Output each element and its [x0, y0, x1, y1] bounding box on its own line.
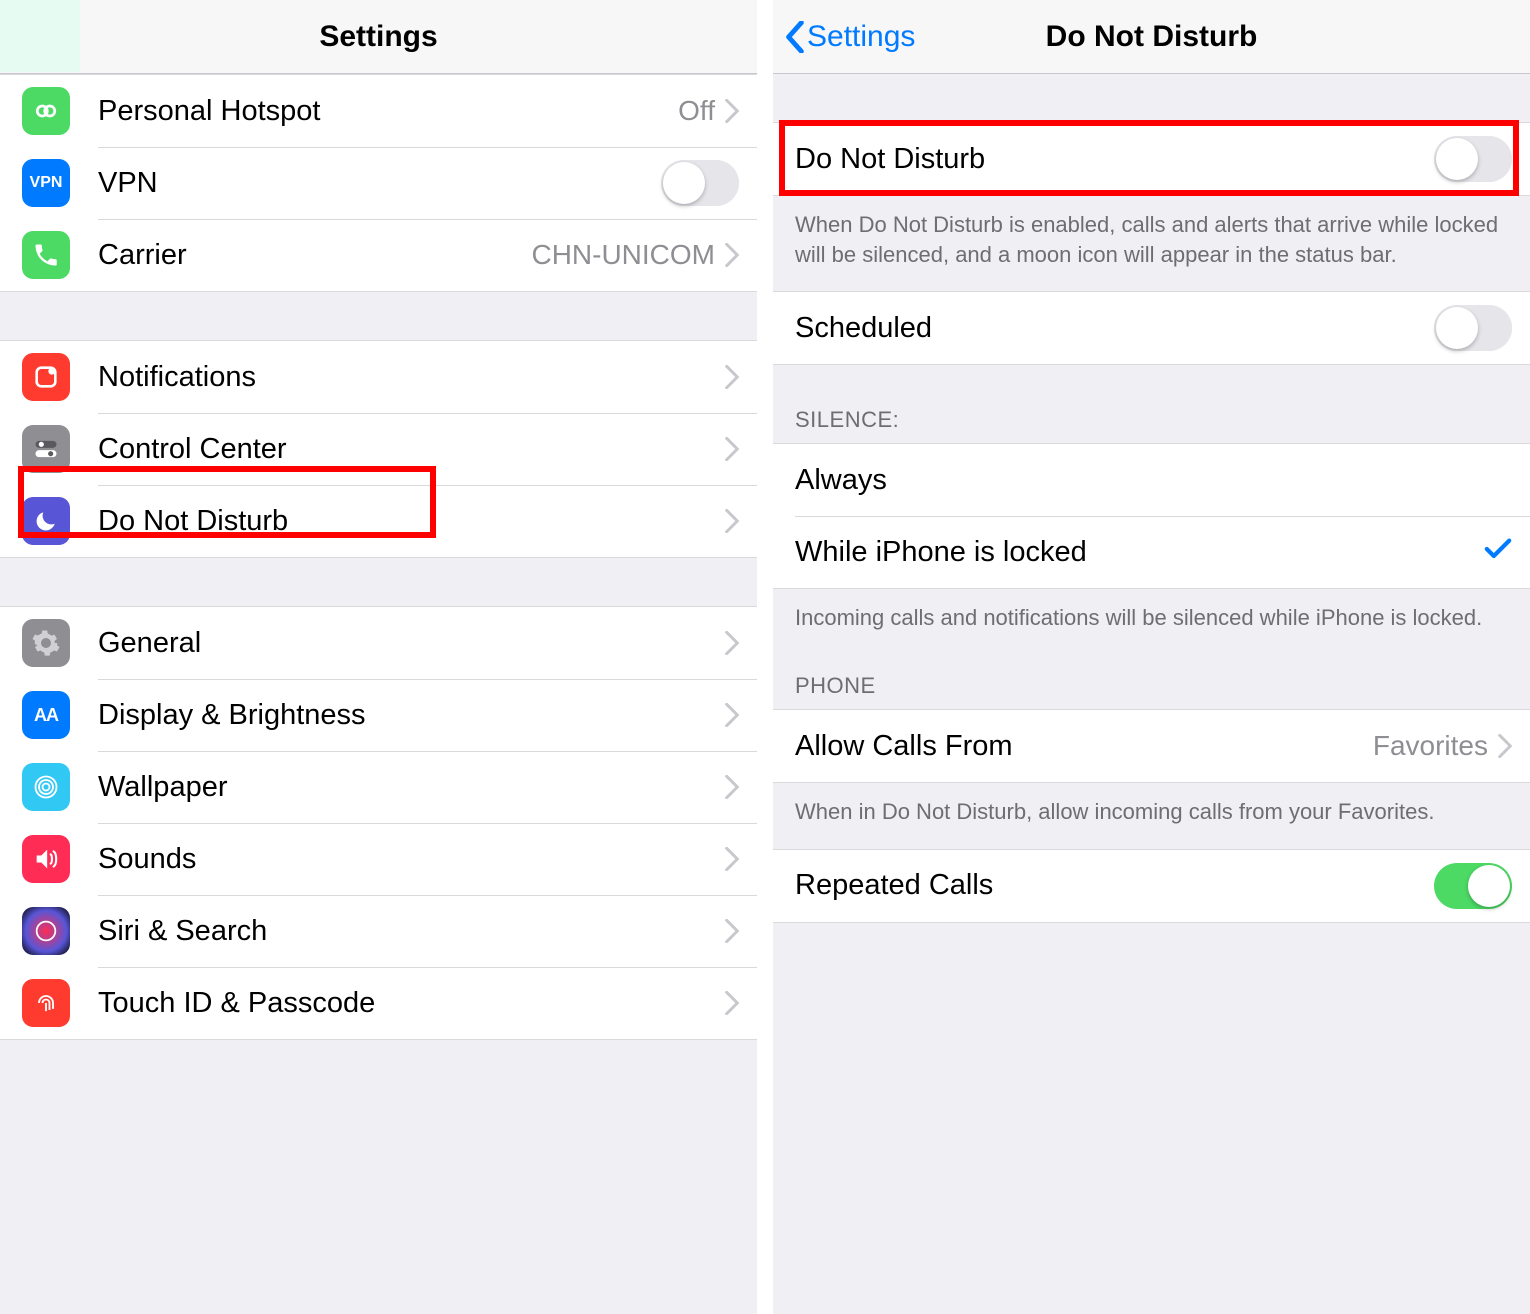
chevron-right-icon: [1498, 734, 1512, 758]
header-bar-left: Settings: [0, 0, 757, 74]
dnd-pane: Settings Do Not Disturb Do Not Disturb W…: [765, 0, 1530, 1314]
row-vpn[interactable]: VPN VPN: [0, 147, 757, 219]
vpn-toggle[interactable]: [661, 160, 739, 206]
row-value: Off: [678, 95, 715, 127]
settings-pane: Settings Personal Hotspot Off VPN VPN Ca…: [0, 0, 765, 1314]
back-label: Settings: [807, 20, 915, 54]
header-title: Do Not Disturb: [1046, 20, 1258, 54]
group-repeated: Repeated Calls: [773, 849, 1530, 923]
silence-header: SILENCE:: [773, 365, 1530, 443]
control-center-icon: [22, 425, 70, 473]
chevron-right-icon: [725, 631, 739, 655]
row-label: Scheduled: [795, 312, 1434, 345]
row-label: Always: [795, 464, 1512, 497]
row-silence-always[interactable]: Always: [773, 444, 1530, 516]
dnd-footer-text: When Do Not Disturb is enabled, calls an…: [773, 196, 1530, 291]
notifications-icon: [22, 353, 70, 401]
row-notifications[interactable]: Notifications: [0, 341, 757, 413]
row-label: Repeated Calls: [795, 869, 1434, 902]
silence-footer-text: Incoming calls and notifications will be…: [773, 589, 1530, 655]
row-label: Siri & Search: [98, 915, 725, 948]
row-label: General: [98, 627, 725, 660]
row-label: Notifications: [98, 361, 725, 394]
chevron-right-icon: [725, 99, 739, 123]
row-label: Wallpaper: [98, 771, 725, 804]
row-display[interactable]: AA Display & Brightness: [0, 679, 757, 751]
repeated-toggle[interactable]: [1434, 863, 1512, 909]
row-label: Control Center: [98, 433, 725, 466]
chevron-right-icon: [725, 703, 739, 727]
display-icon: AA: [22, 691, 70, 739]
row-label: Do Not Disturb: [795, 143, 1434, 176]
row-general[interactable]: General: [0, 607, 757, 679]
group-general: General AA Display & Brightness Wallpape…: [0, 606, 757, 1040]
allow-calls-footer: When in Do Not Disturb, allow incoming c…: [773, 783, 1530, 849]
group-scheduled: Scheduled: [773, 291, 1530, 365]
row-control-center[interactable]: Control Center: [0, 413, 757, 485]
group-silence: Always While iPhone is locked: [773, 443, 1530, 589]
dnd-toggle[interactable]: [1434, 136, 1512, 182]
row-label: While iPhone is locked: [795, 536, 1484, 569]
group-dnd-main: Do Not Disturb: [773, 122, 1530, 196]
chevron-right-icon: [725, 243, 739, 267]
wallpaper-icon: [22, 763, 70, 811]
chevron-right-icon: [725, 919, 739, 943]
fingerprint-icon: [22, 979, 70, 1027]
phone-icon: [22, 231, 70, 279]
row-sounds[interactable]: Sounds: [0, 823, 757, 895]
row-repeated-calls[interactable]: Repeated Calls: [773, 850, 1530, 922]
group-phone: Allow Calls From Favorites: [773, 709, 1530, 783]
row-label: Personal Hotspot: [98, 95, 678, 128]
row-touchid[interactable]: Touch ID & Passcode: [0, 967, 757, 1039]
row-label: Touch ID & Passcode: [98, 987, 725, 1020]
row-label: Display & Brightness: [98, 699, 725, 732]
row-carrier[interactable]: Carrier CHN-UNICOM: [0, 219, 757, 291]
chevron-right-icon: [725, 847, 739, 871]
group-connectivity: Personal Hotspot Off VPN VPN Carrier CHN…: [0, 74, 757, 292]
row-label: Sounds: [98, 843, 725, 876]
siri-icon: [22, 907, 70, 955]
row-label: Do Not Disturb: [98, 505, 725, 538]
header-title: Settings: [319, 20, 437, 54]
checkmark-icon: [1484, 537, 1512, 568]
row-allow-calls[interactable]: Allow Calls From Favorites: [773, 710, 1530, 782]
row-label: Allow Calls From: [795, 730, 1373, 763]
header-bar-right: Settings Do Not Disturb: [773, 0, 1530, 74]
row-value: Favorites: [1373, 730, 1488, 762]
group-alerts: Notifications Control Center Do Not Dist…: [0, 340, 757, 558]
corner-highlight: [0, 0, 80, 72]
phone-header: PHONE: [773, 655, 1530, 709]
moon-icon: [22, 497, 70, 545]
chevron-right-icon: [725, 509, 739, 533]
row-do-not-disturb[interactable]: Do Not Disturb: [0, 485, 757, 557]
row-label: VPN: [98, 167, 661, 200]
chevron-right-icon: [725, 437, 739, 461]
row-dnd-toggle[interactable]: Do Not Disturb: [773, 123, 1530, 195]
row-value: CHN-UNICOM: [531, 239, 715, 271]
row-siri[interactable]: Siri & Search: [0, 895, 757, 967]
sounds-icon: [22, 835, 70, 883]
row-personal-hotspot[interactable]: Personal Hotspot Off: [0, 75, 757, 147]
scheduled-toggle[interactable]: [1434, 305, 1512, 351]
row-wallpaper[interactable]: Wallpaper: [0, 751, 757, 823]
vpn-icon: VPN: [22, 159, 70, 207]
row-scheduled[interactable]: Scheduled: [773, 292, 1530, 364]
chevron-right-icon: [725, 775, 739, 799]
hotspot-icon: [22, 87, 70, 135]
back-button[interactable]: Settings: [785, 0, 915, 73]
chevron-right-icon: [725, 365, 739, 389]
row-silence-locked[interactable]: While iPhone is locked: [773, 516, 1530, 588]
row-label: Carrier: [98, 239, 531, 272]
gear-icon: [22, 619, 70, 667]
chevron-right-icon: [725, 991, 739, 1015]
